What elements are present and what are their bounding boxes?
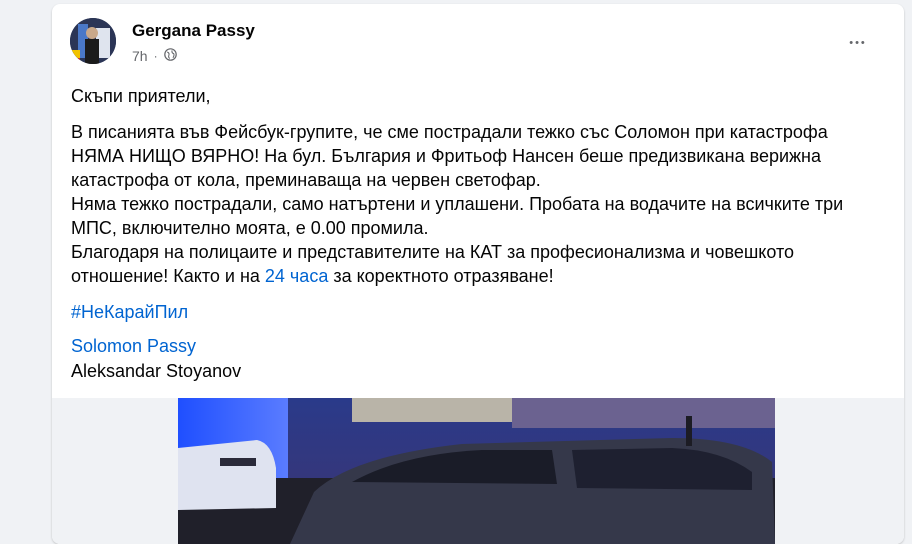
post-line-last: отношение! Както и на 24 часа за коректн… <box>71 264 884 288</box>
post-meta: 7h · <box>132 48 177 64</box>
photo-car-accident <box>178 398 775 544</box>
more-options-icon[interactable]: ••• <box>840 30 876 56</box>
globe-icon[interactable] <box>163 48 177 64</box>
post-timestamp[interactable]: 7h <box>132 48 148 64</box>
post-body: В писанията във Фейсбук-групите, че сме … <box>71 120 884 288</box>
more-options-label: ••• <box>849 37 867 49</box>
post-text-fragment: за коректното отразяване! <box>328 266 554 286</box>
post-text-fragment: отношение! Както и на <box>71 266 265 286</box>
post-author-name[interactable]: Gergana Passy <box>132 21 255 41</box>
avatar-image <box>70 18 116 64</box>
hashtag-link[interactable]: #НеКарайПил <box>71 302 188 323</box>
author-avatar[interactable] <box>70 18 116 64</box>
mention-text-aleksandar-stoyanov: Aleksandar Stoyanov <box>71 361 242 381</box>
page-link-24-chasa[interactable]: 24 часа <box>265 266 328 286</box>
post-line: В писанията във Фейсбук-групите, че сме … <box>71 122 828 142</box>
post-line: НЯМА НИЩО ВЯРНО! На бул. България и Фрит… <box>71 146 822 166</box>
post-line: Няма тежко пострадали, само натъртени и … <box>71 194 844 214</box>
post-photo[interactable] <box>52 398 904 544</box>
post-greeting: Скъпи приятели, <box>71 86 211 106</box>
post-line: Благодаря на полицаите и представителите… <box>71 242 795 262</box>
post-line: катастрофа от кола, преминаваща на черве… <box>71 170 541 190</box>
mention-link-solomon-passy[interactable]: Solomon Passy <box>71 336 196 357</box>
meta-separator: · <box>153 49 158 63</box>
post-line: МПС, включително моята, е 0.00 промила. <box>71 218 429 238</box>
post-card: Gergana Passy 7h · ••• Скъпи приятели, В… <box>52 4 904 544</box>
